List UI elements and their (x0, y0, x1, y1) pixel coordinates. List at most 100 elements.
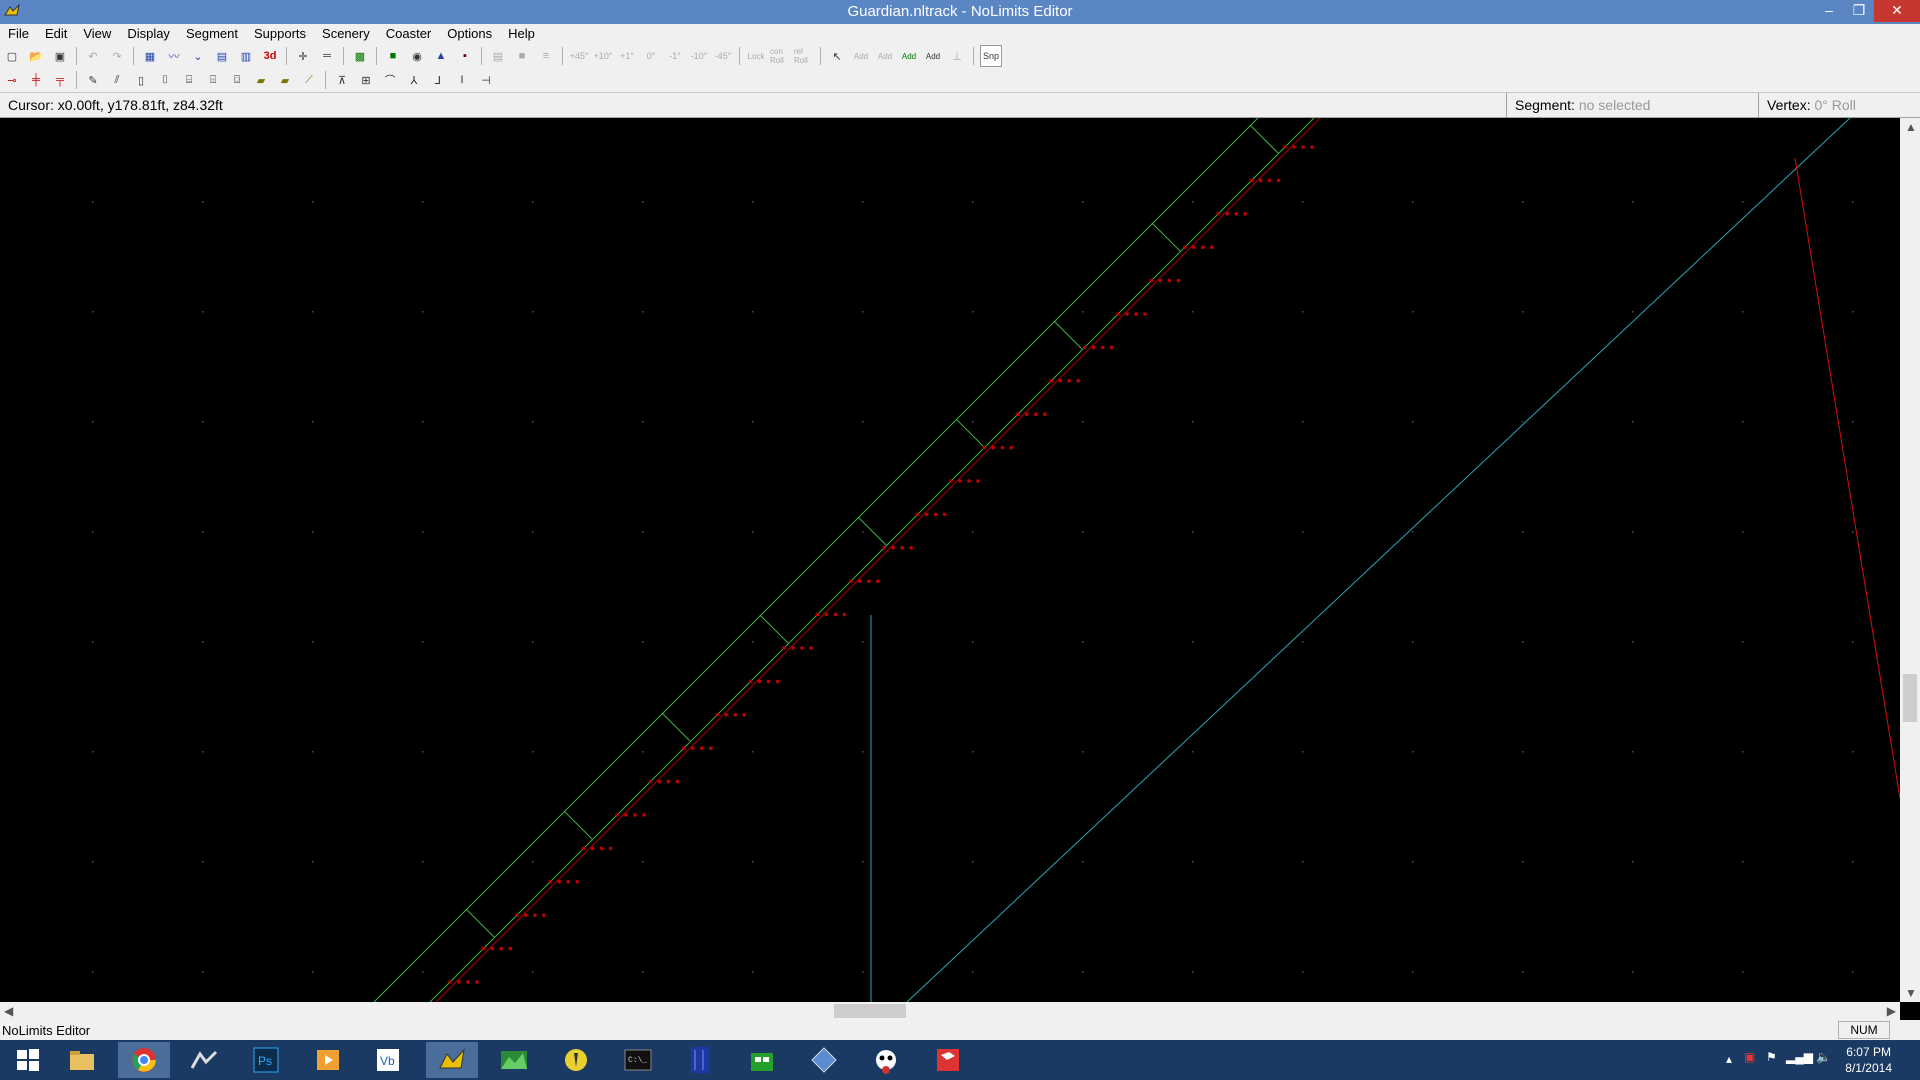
action-center-flag-icon[interactable]: ⚑ (1766, 1050, 1777, 1064)
menu-supports[interactable]: Supports (246, 24, 314, 44)
segment-fill-icon[interactable]: ■ (512, 46, 532, 66)
beam-icon[interactable]: ▯ (131, 70, 151, 90)
arch-icon[interactable]: ⌒ (380, 70, 400, 90)
rel-roll-button[interactable]: rel Roll (794, 46, 814, 66)
cylinder-icon[interactable]: ⌸ (179, 70, 199, 90)
pencil-icon[interactable]: ✎ (83, 70, 103, 90)
cyan-guide-line[interactable] (906, 117, 1851, 1003)
menu-scenery[interactable]: Scenery (314, 24, 378, 44)
tower-double-icon[interactable]: ⊞ (356, 70, 376, 90)
vertical-scroll-thumb[interactable] (1903, 674, 1917, 722)
column-icon[interactable]: ⌷ (155, 70, 175, 90)
save-icon[interactable]: ▣ (50, 46, 70, 66)
view-top-icon[interactable]: ▥ (236, 46, 256, 66)
table-icon[interactable]: ▩ (350, 46, 370, 66)
roll-minus1-button[interactable]: -1° (665, 46, 685, 66)
stop-icon[interactable]: ◉ (407, 46, 427, 66)
roll-plus1-button[interactable]: +1° (617, 46, 637, 66)
scroll-down-icon[interactable]: ▼ (1905, 986, 1917, 1000)
open-folder-icon[interactable]: 📂 (26, 46, 46, 66)
sketchup-icon[interactable] (922, 1042, 974, 1078)
terrain-app-icon[interactable] (488, 1042, 540, 1078)
catwalk-icon[interactable]: ⊣ (476, 70, 496, 90)
menu-options[interactable]: Options (439, 24, 500, 44)
volume-icon[interactable]: 🔈 (1816, 1050, 1831, 1064)
support-blue-icon[interactable]: ╤ (50, 70, 70, 90)
align-icon[interactable]: ═ (317, 46, 337, 66)
panda-app-icon[interactable] (860, 1042, 912, 1078)
brace-icon[interactable]: ⫽ (107, 70, 127, 90)
roll-zero-button[interactable]: 0° (641, 46, 661, 66)
restore-button[interactable]: ❐ (1844, 0, 1874, 22)
test-run-icon[interactable]: ■ (383, 46, 403, 66)
track-rail-right[interactable] (429, 117, 1315, 1003)
select-arrow-icon[interactable]: ↖ (827, 46, 847, 66)
track-canvas[interactable] (0, 26, 1901, 1003)
scroll-up-icon[interactable]: ▲ (1905, 120, 1917, 134)
grid-icon[interactable]: ▦ (140, 46, 160, 66)
roll-plus10-button[interactable]: +10° (593, 46, 613, 66)
horizontal-scroll-thumb[interactable] (834, 1004, 906, 1018)
lock-button[interactable]: Lock (746, 46, 766, 66)
add-vertex-button[interactable]: Add (875, 46, 895, 66)
new-file-icon[interactable]: ▢ (2, 46, 22, 66)
track-dip-icon[interactable]: ⌄ (188, 46, 208, 66)
add-tree-button[interactable]: Add (899, 46, 919, 66)
track-wave-icon[interactable]: 〰 (164, 46, 184, 66)
track-rail-left[interactable] (373, 117, 1259, 1003)
support-red-icon[interactable]: ╪ (26, 70, 46, 90)
roll-plus45-button[interactable]: +45° (569, 46, 589, 66)
photoshop-icon[interactable]: Ps (240, 1042, 292, 1078)
menu-view[interactable]: View (75, 24, 119, 44)
horizontal-scrollbar[interactable]: ◀ ▶ (0, 1002, 1900, 1020)
view-3d-icon[interactable]: 3d (260, 46, 280, 66)
redo-icon[interactable]: ↷ (107, 46, 127, 66)
pole-icon[interactable]: I (452, 70, 472, 90)
scroll-right-icon[interactable]: ▶ (1887, 1004, 1896, 1018)
media-player-icon[interactable] (302, 1042, 354, 1078)
leg-double-icon[interactable]: ⅃ (428, 70, 448, 90)
chrome-icon[interactable] (118, 1042, 170, 1078)
menu-display[interactable]: Display (119, 24, 178, 44)
audio-app-icon[interactable] (550, 1042, 602, 1078)
tray-app-icon[interactable]: ▣ (1744, 1050, 1755, 1064)
minimize-button[interactable]: – (1814, 0, 1844, 22)
menu-file[interactable]: File (0, 24, 37, 44)
train-icon[interactable]: ▤ (212, 46, 232, 66)
film-icon[interactable]: ▪ (455, 46, 475, 66)
menu-coaster[interactable]: Coaster (378, 24, 440, 44)
diamond-app-icon[interactable] (798, 1042, 850, 1078)
scroll-left-icon[interactable]: ◀ (4, 1004, 13, 1018)
tower-icon[interactable]: ⊼ (332, 70, 352, 90)
menu-help[interactable]: Help (500, 24, 543, 44)
foot-flat-icon[interactable]: ▰ (251, 70, 271, 90)
segment-split-icon[interactable]: ≡ (536, 46, 556, 66)
roll-minus45-button[interactable]: -45° (713, 46, 733, 66)
tray-expand-icon[interactable]: ▴ (1726, 1052, 1732, 1066)
footer-icon[interactable]: ⊥ (947, 46, 967, 66)
command-prompt-icon[interactable]: C:\_ (612, 1042, 664, 1078)
nolimits-simulator-icon[interactable] (178, 1042, 230, 1078)
marker-icon[interactable]: ▲ (431, 46, 451, 66)
blueprint-app-icon[interactable] (674, 1042, 726, 1078)
vertical-scrollbar[interactable]: ▲ ▼ (1900, 118, 1920, 1002)
con-roll-button[interactable]: con Roll (770, 46, 790, 66)
menu-edit[interactable]: Edit (37, 24, 75, 44)
foot-block-icon[interactable]: ▰ (275, 70, 295, 90)
nolimits-editor-icon[interactable] (426, 1042, 478, 1078)
close-button[interactable]: ✕ (1874, 0, 1920, 22)
add-support-button[interactable]: Add (923, 46, 943, 66)
store-icon[interactable] (736, 1042, 788, 1078)
crosshair-icon[interactable]: ✛ (293, 46, 313, 66)
heartline-red[interactable] (435, 117, 1321, 1003)
roll-minus10-button[interactable]: -10° (689, 46, 709, 66)
network-icon[interactable]: ▂▄▆ (1786, 1050, 1813, 1064)
start-button[interactable] (2, 1042, 54, 1078)
red-guide-line[interactable] (1794, 157, 1901, 799)
cylinder-wide-icon[interactable]: ⌼ (227, 70, 247, 90)
snap-button[interactable]: Snp (980, 45, 1002, 67)
menu-segment[interactable]: Segment (178, 24, 246, 44)
ruler-icon[interactable]: ⟋ (299, 70, 319, 90)
vb-icon[interactable]: Vb (362, 1042, 414, 1078)
coaster-icon[interactable]: ⊸ (2, 70, 22, 90)
